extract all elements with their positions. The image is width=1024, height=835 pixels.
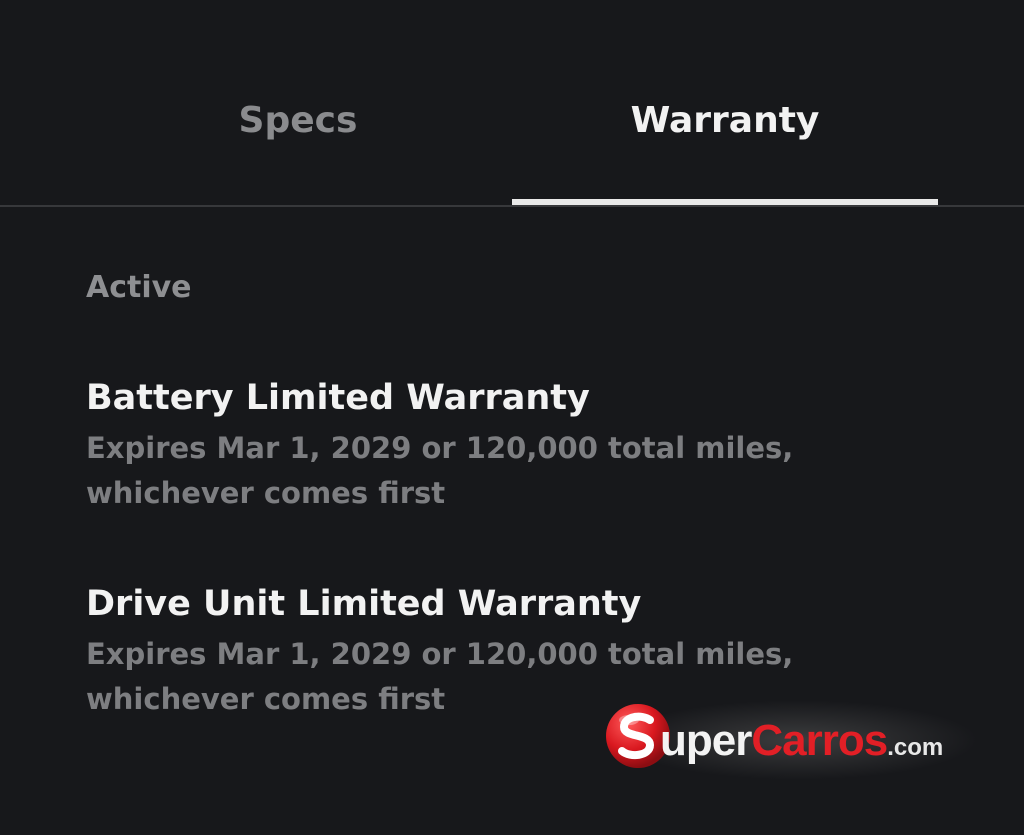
tab-bar: Specs Warranty (0, 0, 1024, 208)
tab-specs[interactable]: Specs (85, 100, 511, 208)
tab-warranty-label: Warranty (630, 100, 820, 141)
watermark-wordmark: uperCarros.com (660, 716, 943, 766)
section-label-active: Active (86, 270, 192, 305)
warranty-title: Drive Unit Limited Warranty (86, 584, 642, 624)
warranty-item-battery: Battery Limited Warranty Expires Mar 1, … (86, 376, 846, 516)
watermark-carros: Carros (751, 716, 888, 765)
watermark-per: uper (660, 716, 752, 765)
tab-warranty[interactable]: Warranty (512, 100, 938, 208)
warranty-screen: Specs Warranty Active Battery Limited Wa… (0, 0, 1024, 835)
supercarros-watermark: uperCarros.com (598, 690, 998, 790)
watermark-com: .com (887, 734, 944, 761)
warranty-title: Battery Limited Warranty (86, 378, 590, 418)
warranty-description: Expires Mar 1, 2029 or 120,000 total mil… (86, 431, 794, 510)
tab-specs-label: Specs (238, 100, 358, 141)
tab-bar-divider (0, 205, 1024, 207)
